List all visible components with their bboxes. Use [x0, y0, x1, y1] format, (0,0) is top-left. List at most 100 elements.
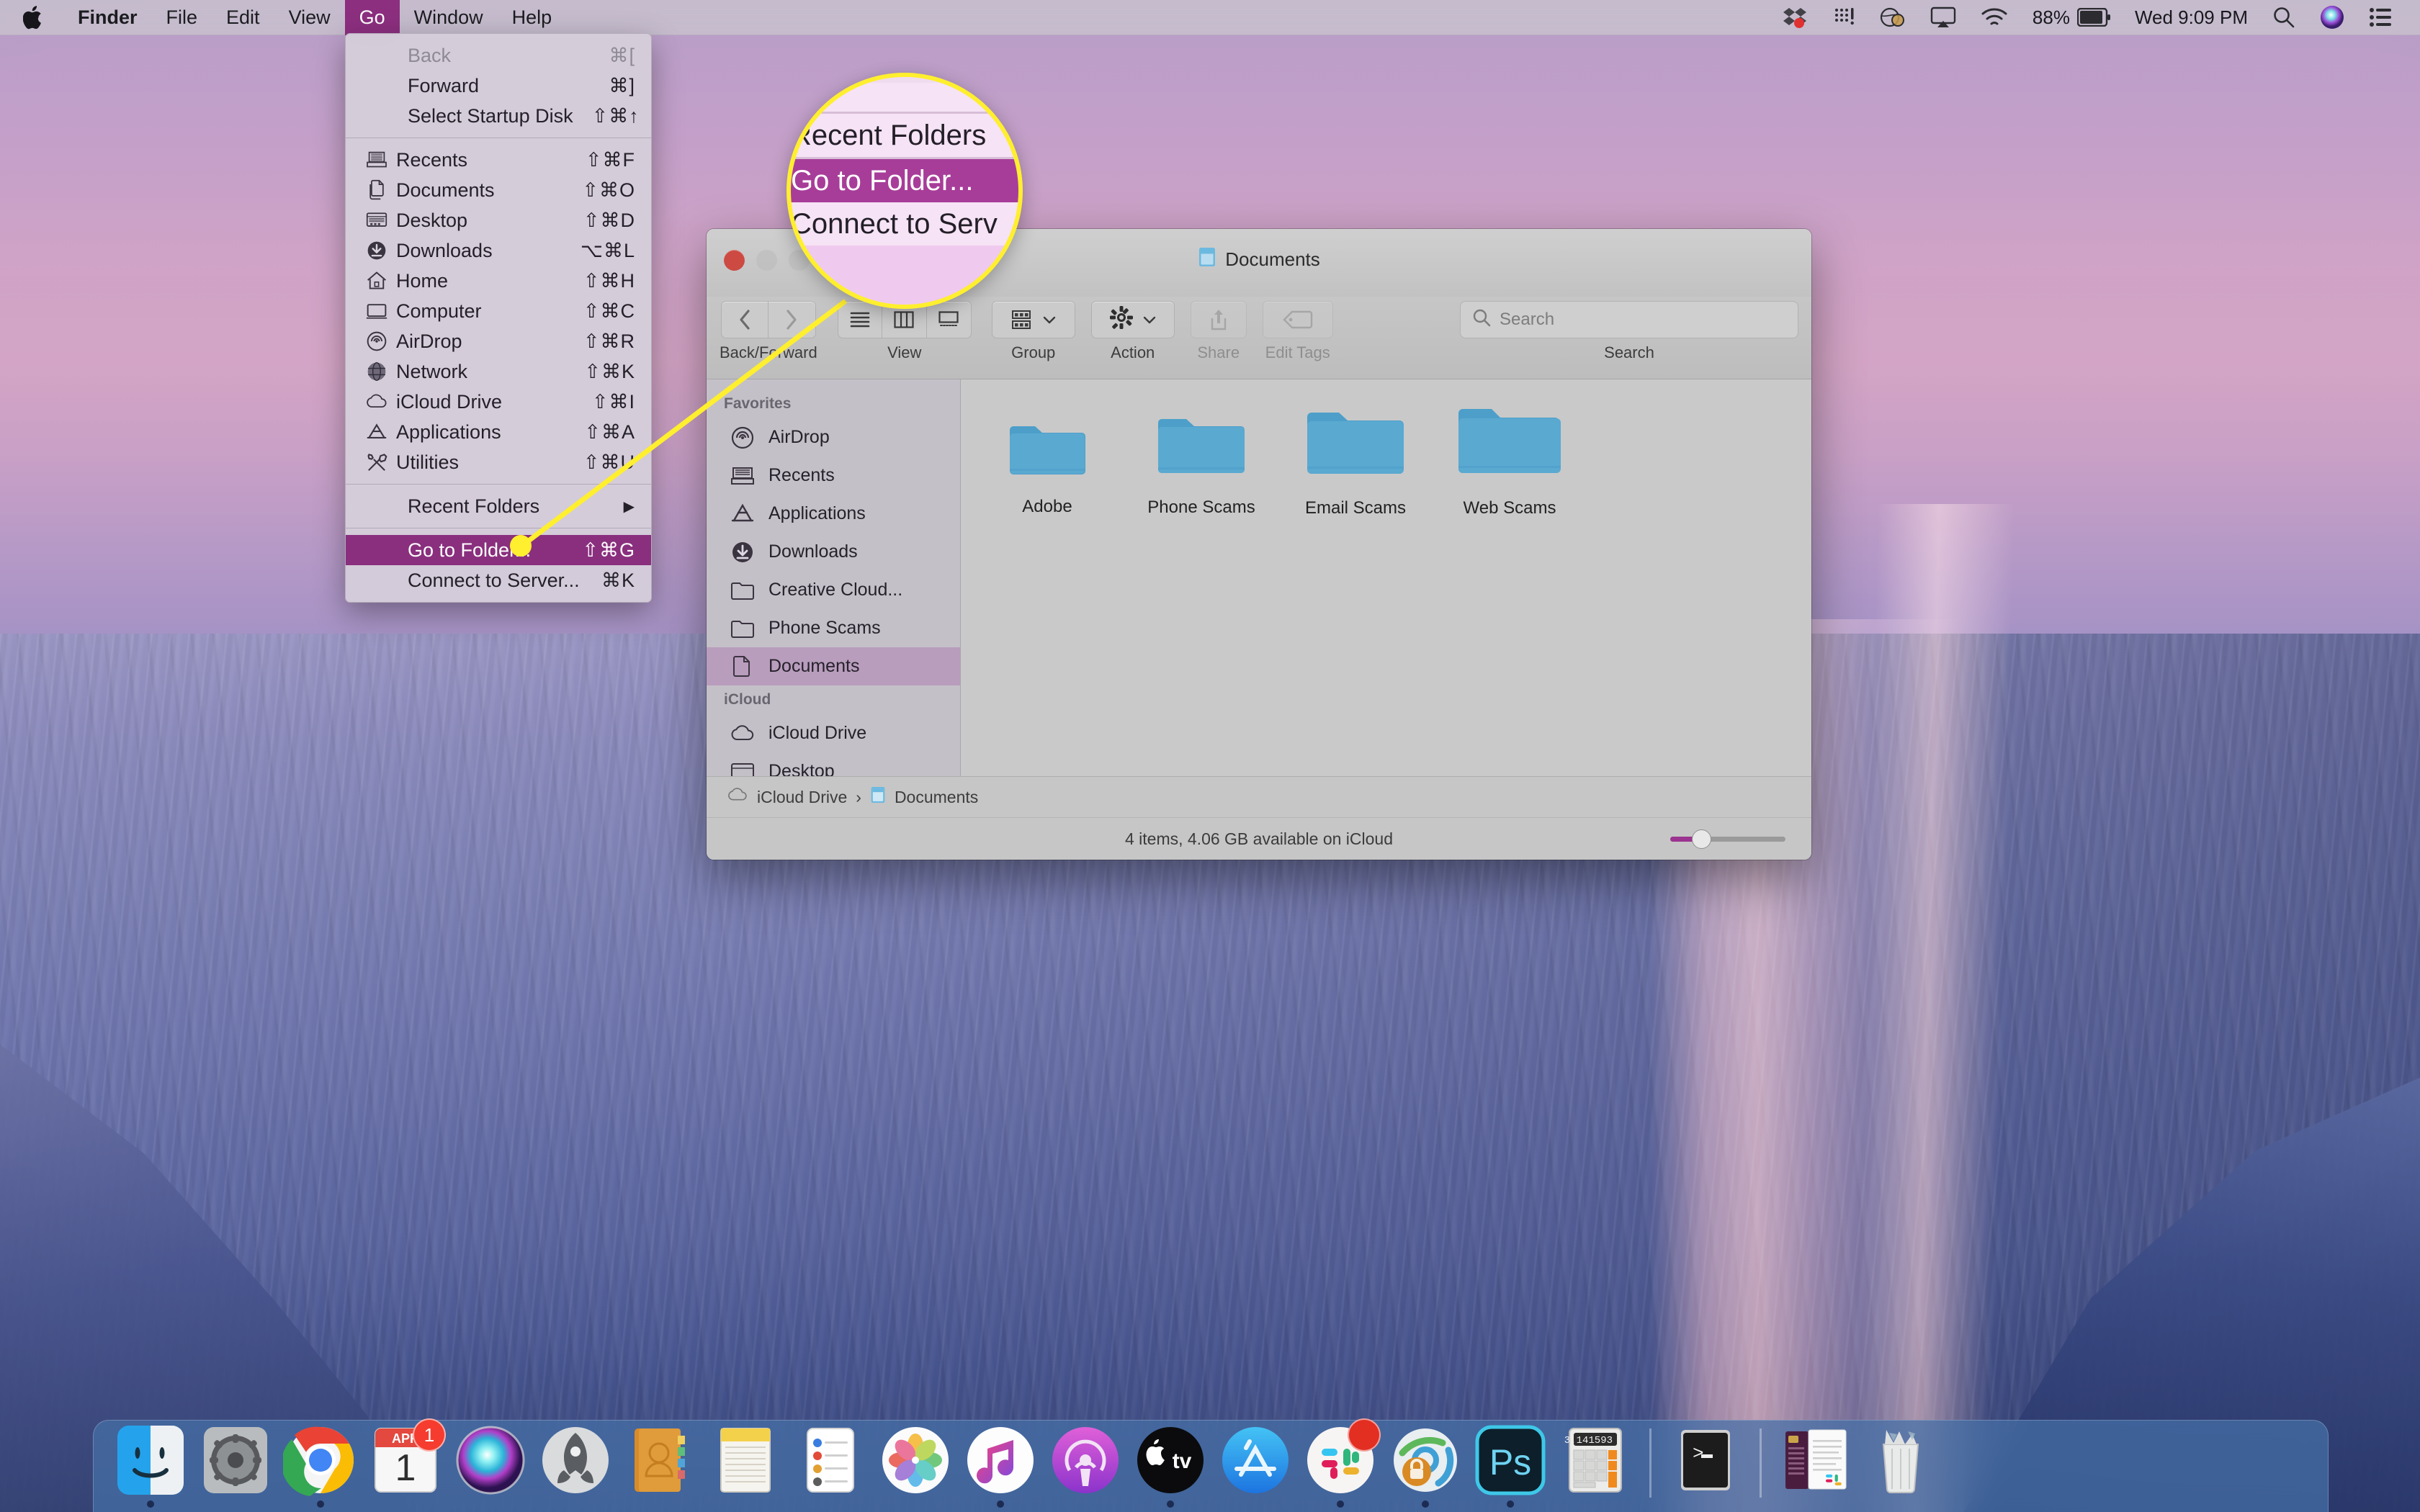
menu-row-connect-to-server[interactable]: Connect to Server... ⌘K	[346, 565, 651, 595]
siri-icon[interactable]	[2308, 0, 2357, 35]
cloud-sync-icon[interactable]	[1868, 0, 1918, 35]
menu-item-file[interactable]: File	[152, 0, 212, 35]
menu-row-select-startup-disk[interactable]: Select Startup Disk ⇧⌘↑	[346, 101, 651, 131]
back-button[interactable]	[720, 301, 768, 338]
apple-menu-icon[interactable]	[0, 0, 63, 35]
file-name: Adobe	[1022, 497, 1072, 516]
grammarly-icon[interactable]	[1820, 0, 1868, 35]
sidebar-item-airdrop[interactable]: AirDrop	[707, 418, 960, 456]
calculator-icon: 3.141593	[1558, 1423, 1633, 1498]
dock-item-terminal[interactable]: >	[1663, 1420, 1748, 1508]
sidebar-item-phone-scams[interactable]: Phone Scams	[707, 609, 960, 647]
menu-item-view[interactable]: View	[274, 0, 345, 35]
dock-item-contacts[interactable]	[618, 1420, 703, 1508]
menu-row-applications[interactable]: Applications ⇧⌘A	[346, 417, 651, 447]
slider-knob[interactable]	[1692, 829, 1711, 849]
dock-item-chrome[interactable]	[278, 1420, 363, 1508]
dock-item-system-preferences[interactable]	[193, 1420, 278, 1508]
file-item[interactable]: Email Scams	[1285, 398, 1426, 518]
sidebar-item-creative-cloud[interactable]: Creative Cloud...	[707, 571, 960, 609]
sidebar-item-recents[interactable]: Recents	[707, 456, 960, 495]
dock-item-calculator[interactable]: 3.141593	[1553, 1420, 1638, 1508]
dock-item-finder[interactable]	[108, 1420, 193, 1508]
menu-row-back[interactable]: Back ⌘[	[346, 40, 651, 71]
menu-row-recents[interactable]: Recents ⇧⌘F	[346, 145, 651, 175]
magnified-row-connect-to-server[interactable]: Connect to Serv	[791, 202, 1018, 246]
clock[interactable]: Wed 9:09 PM	[2123, 0, 2260, 35]
dock-item-1password[interactable]	[1383, 1420, 1468, 1508]
dock-item-siri[interactable]	[448, 1420, 533, 1508]
sidebar-item-downloads[interactable]: Downloads	[707, 533, 960, 571]
dock-item-slack-document[interactable]	[1773, 1420, 1858, 1508]
menu-row-recent-folders[interactable]: Recent Folders ▶	[346, 491, 651, 521]
sidebar-item-desktop[interactable]: Desktop	[707, 752, 960, 776]
edit-tags-button[interactable]	[1262, 301, 1333, 338]
menu-item-go[interactable]: Go	[344, 0, 400, 35]
menu-row-home[interactable]: Home ⇧⌘H	[346, 266, 651, 296]
sidebar-item-documents[interactable]: Documents	[707, 647, 960, 685]
spotlight-search-icon[interactable]	[2260, 0, 2308, 35]
dock-item-podcasts[interactable]	[1043, 1420, 1128, 1508]
menu-row-forward[interactable]: Forward ⌘]	[346, 71, 651, 101]
menu-item-finder[interactable]: Finder	[63, 0, 152, 35]
control-center-icon[interactable]	[2357, 0, 2404, 35]
magnified-row-recent-folders[interactable]: Recent Folders	[791, 114, 1018, 157]
search-input[interactable]: Search	[1460, 301, 1798, 338]
action-label: Action	[1111, 343, 1155, 361]
dock-item-apple-tv[interactable]: tv	[1128, 1420, 1213, 1508]
menu-row-go-to-folder[interactable]: Go to Folder... ⇧⌘G	[346, 535, 651, 565]
search-icon	[1472, 308, 1491, 332]
menu-row-icloud-drive[interactable]: iCloud Drive ⇧⌘I	[346, 387, 651, 417]
dock-item-photoshop[interactable]: Ps	[1468, 1420, 1553, 1508]
toolbar-group-action: Action	[1090, 297, 1175, 362]
dock-item-reminders[interactable]	[788, 1420, 873, 1508]
menu-item-help[interactable]: Help	[498, 0, 567, 35]
dropbox-icon[interactable]	[1770, 0, 1820, 35]
wifi-icon[interactable]	[1968, 0, 2020, 35]
dock-item-photos[interactable]	[873, 1420, 958, 1508]
airplay-icon[interactable]	[1918, 0, 1968, 35]
menu-item-window[interactable]: Window	[400, 0, 498, 35]
file-item[interactable]: Phone Scams	[1131, 398, 1272, 518]
file-item[interactable]: Web Scams	[1439, 398, 1580, 518]
battery-status[interactable]: 88%	[2020, 0, 2123, 35]
gallery-view-icon[interactable]	[926, 301, 972, 338]
desktop-icon	[362, 211, 392, 230]
toolbar-group-edit-tags: Edit Tags	[1262, 297, 1333, 362]
forward-button[interactable]	[768, 301, 816, 338]
go-menu-dropdown[interactable]: Back ⌘[ Forward ⌘] Select Startup Disk ⇧…	[345, 33, 652, 603]
menu-row-network[interactable]: Network ⇧⌘K	[346, 356, 651, 387]
menu-item-edit[interactable]: Edit	[212, 0, 274, 35]
list-view-icon[interactable]	[837, 301, 882, 338]
dock-item-launchpad[interactable]	[533, 1420, 618, 1508]
path-crumb-documents[interactable]: Documents	[895, 788, 978, 807]
dock-item-calendar[interactable]: APR 1 1	[363, 1418, 448, 1508]
file-item[interactable]: Adobe	[977, 398, 1118, 518]
menu-row-computer[interactable]: Computer ⇧⌘C	[346, 296, 651, 326]
menu-row-airdrop[interactable]: AirDrop ⇧⌘R	[346, 326, 651, 356]
dock-item-trash[interactable]	[1858, 1420, 1943, 1508]
path-crumb-icloud[interactable]: iCloud Drive	[757, 788, 847, 807]
share-button[interactable]	[1190, 301, 1247, 338]
sidebar-label: Documents	[768, 656, 860, 676]
menu-row-desktop[interactable]: Desktop ⇧⌘D	[346, 205, 651, 235]
finder-file-grid[interactable]: Adobe Phone Scams Email Scams Web Scams	[961, 379, 1811, 776]
magnified-row-go-to-folder[interactable]: Go to Folder...	[791, 159, 1018, 202]
menu-row-utilities[interactable]: Utilities ⇧⌘U	[346, 447, 651, 477]
item-size-slider[interactable]	[1670, 829, 1785, 849]
group-button[interactable]	[991, 301, 1075, 338]
menu-row-documents[interactable]: Documents ⇧⌘O	[346, 175, 651, 205]
menu-bar: Finder File Edit View Go Window Help 88%…	[0, 0, 2420, 35]
dock-item-itunes[interactable]	[958, 1420, 1043, 1508]
svg-text:3.141593: 3.141593	[1564, 1435, 1613, 1446]
dock-item-notes[interactable]	[703, 1420, 788, 1508]
action-button[interactable]	[1090, 301, 1175, 338]
sidebar-item-applications[interactable]: Applications	[707, 495, 960, 533]
menu-row-downloads[interactable]: Downloads ⌥⌘L	[346, 235, 651, 266]
dock-item-slack[interactable]	[1298, 1418, 1383, 1508]
dock-item-app-store[interactable]	[1213, 1420, 1298, 1508]
finder-window[interactable]: Documents Back/Forward View Group Action…	[707, 229, 1811, 860]
sidebar-item-icloud-drive[interactable]: iCloud Drive	[707, 714, 960, 752]
computer-icon	[362, 302, 392, 320]
svg-text:Ps: Ps	[1489, 1442, 1531, 1482]
